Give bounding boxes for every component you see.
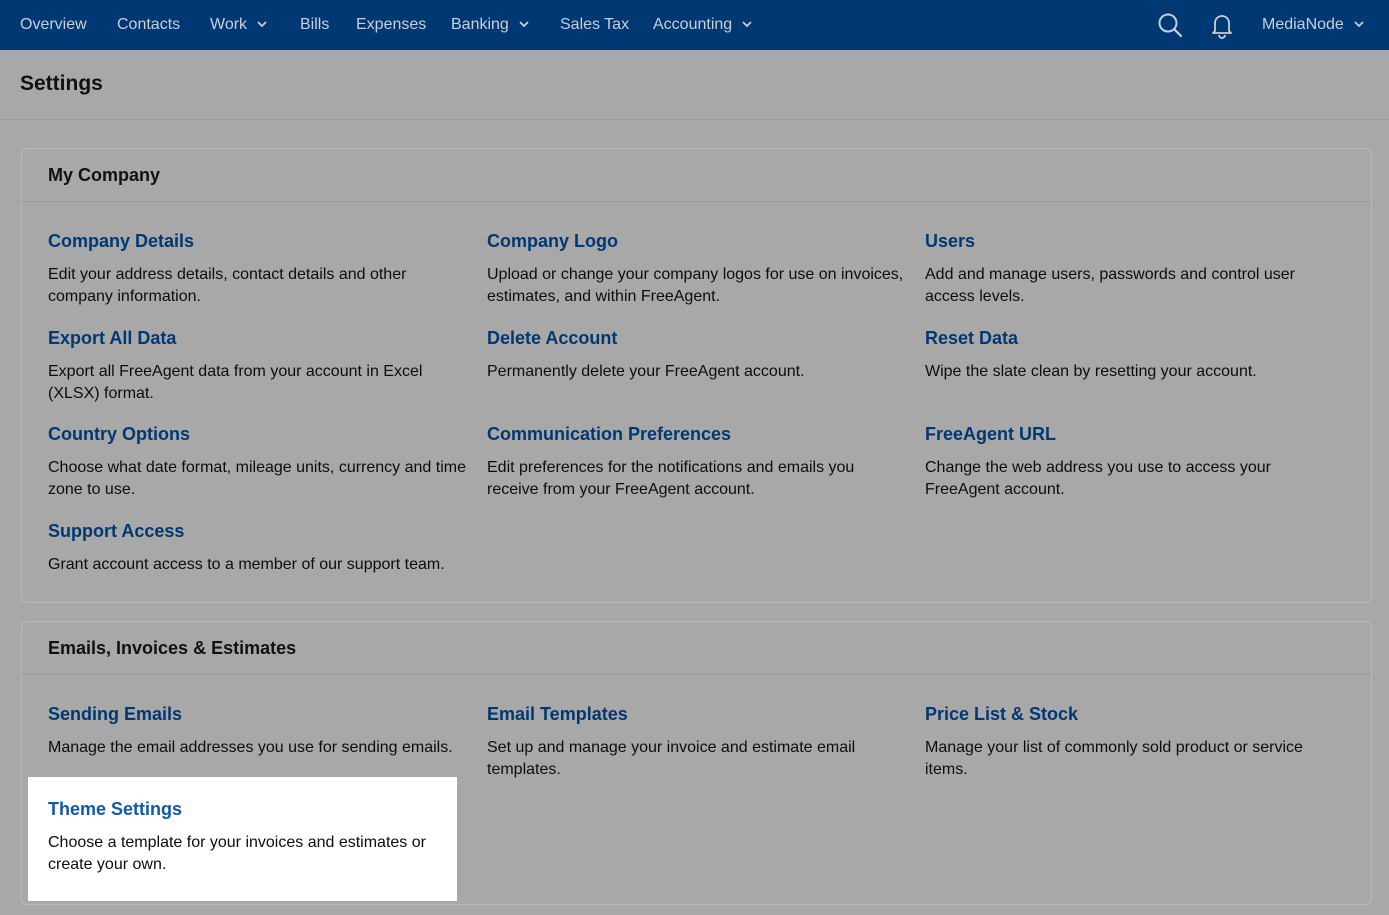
- setting-theme-settings: Theme Settings Choose a template for you…: [48, 799, 448, 876]
- nav-label: Overview: [20, 16, 87, 33]
- page-header: Settings: [0, 50, 1389, 120]
- setting-link[interactable]: Company Details: [48, 231, 468, 252]
- setting-freeagent-url: FreeAgent URL Change the web address you…: [925, 424, 1345, 501]
- nav-contacts[interactable]: Contacts: [117, 0, 180, 50]
- setting-link[interactable]: Reset Data: [925, 328, 1345, 349]
- nav-label: Contacts: [117, 16, 181, 33]
- nav-label: Banking: [451, 16, 509, 33]
- nav-label: Accounting: [653, 16, 733, 33]
- setting-description: Change the web address you use to access…: [925, 459, 1271, 498]
- my-company-panel: My Company Company Details Edit your add…: [21, 148, 1372, 603]
- setting-link[interactable]: Company Logo: [487, 231, 907, 252]
- setting-sending-emails: Sending Emails Manage the email addresse…: [48, 704, 488, 759]
- setting-description: Choose what date format, mileage units, …: [48, 459, 466, 498]
- top-navigation: Overview Contacts Work Bills Expenses Ba…: [0, 0, 1389, 50]
- setting-description: Permanently delete your FreeAgent accoun…: [487, 363, 805, 380]
- setting-description: Set up and manage your invoice and estim…: [487, 739, 856, 778]
- nav-label: Sales Tax: [560, 16, 630, 33]
- setting-link[interactable]: Price List & Stock: [925, 704, 1345, 725]
- setting-delete-account: Delete Account Permanently delete your F…: [487, 328, 907, 383]
- setting-link[interactable]: FreeAgent URL: [925, 424, 1345, 445]
- setting-email-templates: Email Templates Set up and manage your i…: [487, 704, 907, 781]
- setting-company-details: Company Details Edit your address detail…: [48, 231, 468, 308]
- setting-link[interactable]: Sending Emails: [48, 704, 488, 725]
- setting-price-list-stock: Price List & Stock Manage your list of c…: [925, 704, 1345, 781]
- nav-sales-tax[interactable]: Sales Tax: [560, 0, 629, 50]
- bell-icon[interactable]: [1208, 11, 1236, 39]
- nav-label: Work: [210, 16, 248, 33]
- setting-reset-data: Reset Data Wipe the slate clean by reset…: [925, 328, 1345, 383]
- setting-description: Add and manage users, passwords and cont…: [925, 266, 1295, 305]
- setting-country-options: Country Options Choose what date format,…: [48, 424, 468, 501]
- chevron-down-icon: [742, 21, 752, 28]
- theme-settings-spotlight: Theme Settings Choose a template for you…: [28, 777, 457, 901]
- setting-link[interactable]: Country Options: [48, 424, 468, 445]
- nav-overview[interactable]: Overview: [20, 0, 87, 50]
- setting-export-all-data: Export All Data Export all FreeAgent dat…: [48, 328, 468, 405]
- account-name: MediaNode: [1262, 16, 1344, 33]
- nav-work[interactable]: Work: [210, 0, 267, 50]
- setting-link[interactable]: Communication Preferences: [487, 424, 907, 445]
- nav-banking[interactable]: Banking: [451, 0, 529, 50]
- nav-expenses[interactable]: Expenses: [356, 0, 426, 50]
- search-icon[interactable]: [1156, 11, 1184, 39]
- section-title: Emails, Invoices & Estimates: [22, 622, 1371, 675]
- nav-accounting[interactable]: Accounting: [653, 0, 752, 50]
- chevron-down-icon: [519, 21, 529, 28]
- chevron-down-icon: [1354, 21, 1364, 28]
- setting-description: Edit your address details, contact detai…: [48, 266, 407, 305]
- setting-description: Manage your list of commonly sold produc…: [925, 739, 1303, 778]
- setting-description: Manage the email addresses you use for s…: [48, 739, 453, 756]
- setting-support-access: Support Access Grant account access to a…: [48, 521, 488, 576]
- setting-company-logo: Company Logo Upload or change your compa…: [487, 231, 907, 308]
- setting-users: Users Add and manage users, passwords an…: [925, 231, 1345, 308]
- account-menu[interactable]: MediaNode: [1262, 0, 1364, 50]
- setting-description: Export all FreeAgent data from your acco…: [48, 363, 423, 402]
- setting-description: Grant account access to a member of our …: [48, 556, 445, 573]
- setting-description: Choose a template for your invoices and …: [48, 834, 426, 873]
- setting-link[interactable]: Email Templates: [487, 704, 907, 725]
- setting-description: Wipe the slate clean by resetting your a…: [925, 363, 1257, 380]
- setting-link[interactable]: Export All Data: [48, 328, 468, 349]
- section-title: My Company: [22, 149, 1371, 202]
- nav-bills[interactable]: Bills: [300, 0, 329, 50]
- setting-link[interactable]: Users: [925, 231, 1345, 252]
- chevron-down-icon: [257, 21, 267, 28]
- setting-communication-preferences: Communication Preferences Edit preferenc…: [487, 424, 907, 501]
- page-title: Settings: [20, 72, 103, 95]
- nav-label: Expenses: [356, 16, 427, 33]
- nav-label: Bills: [300, 16, 330, 33]
- setting-description: Edit preferences for the notifications a…: [487, 459, 855, 498]
- setting-link[interactable]: Support Access: [48, 521, 488, 542]
- setting-description: Upload or change your company logos for …: [487, 266, 904, 305]
- setting-link[interactable]: Delete Account: [487, 328, 907, 349]
- setting-link[interactable]: Theme Settings: [48, 799, 448, 820]
